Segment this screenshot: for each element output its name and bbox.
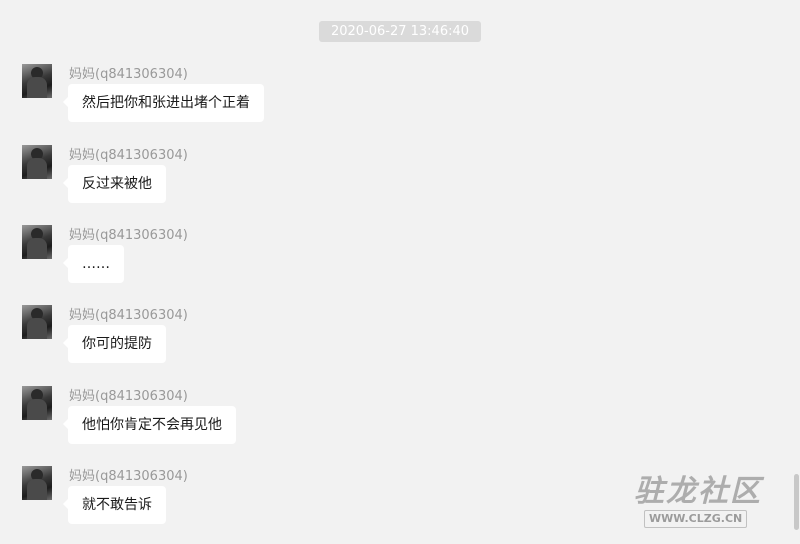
sender-name: 妈妈(q841306304)	[69, 469, 188, 484]
message-bubble[interactable]: 你可的提防	[63, 325, 166, 363]
timestamp-divider: 2020-06-27 13:46:40	[319, 21, 481, 42]
sender-avatar[interactable]	[22, 466, 52, 500]
sender-name: 妈妈(q841306304)	[69, 389, 188, 404]
sender-avatar[interactable]	[22, 386, 52, 420]
sender-avatar[interactable]	[22, 305, 52, 339]
sender-name: 妈妈(q841306304)	[69, 228, 188, 243]
sender-avatar[interactable]	[22, 145, 52, 179]
sender-name: 妈妈(q841306304)	[69, 67, 188, 82]
message-item: 妈妈(q841306304) 然后把你和张进出堵个正着	[0, 64, 620, 128]
site-watermark: 驻龙社区 WWW.CLZG.CN	[630, 466, 790, 532]
watermark-title: 驻龙社区	[634, 474, 762, 509]
sender-name: 妈妈(q841306304)	[69, 308, 188, 323]
sender-avatar[interactable]	[22, 225, 52, 259]
message-item: 妈妈(q841306304) 你可的提防	[0, 305, 620, 369]
message-item: 妈妈(q841306304) 就不敢告诉	[0, 466, 620, 530]
watermark-url: WWW.CLZG.CN	[644, 510, 748, 528]
message-item: 妈妈(q841306304) 他怕你肯定不会再见他	[0, 386, 620, 450]
message-bubble[interactable]: 他怕你肯定不会再见他	[63, 406, 236, 444]
message-bubble[interactable]: ……	[63, 245, 124, 283]
message-bubble[interactable]: 就不敢告诉	[63, 486, 166, 524]
message-bubble[interactable]: 然后把你和张进出堵个正着	[63, 84, 264, 122]
message-item: 妈妈(q841306304) 反过来被他	[0, 145, 620, 209]
message-bubble[interactable]: 反过来被他	[63, 165, 166, 203]
message-item: 妈妈(q841306304) ……	[0, 225, 620, 289]
sender-name: 妈妈(q841306304)	[69, 148, 188, 163]
scrollbar-thumb[interactable]	[794, 474, 799, 530]
sender-avatar[interactable]	[22, 64, 52, 98]
